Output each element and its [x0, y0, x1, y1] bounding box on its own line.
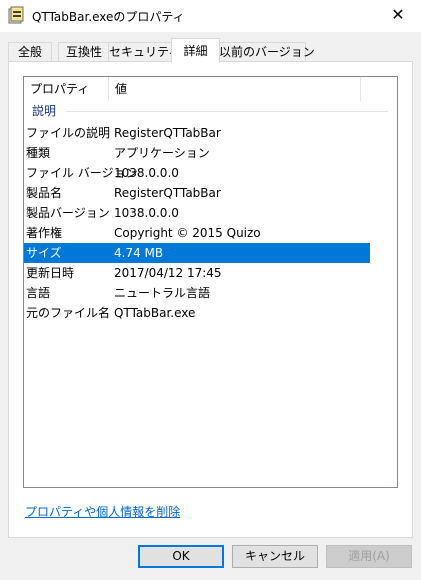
- column-header-value[interactable]: 値: [109, 77, 361, 101]
- close-icon: ✕: [391, 5, 405, 24]
- property-name: サイズ: [26, 246, 62, 260]
- property-name: 言語: [26, 286, 51, 300]
- property-value: RegisterQTTabBar: [114, 126, 221, 140]
- tab-compatibility[interactable]: 互換性: [58, 42, 110, 62]
- ok-button[interactable]: OK: [138, 545, 224, 568]
- property-value: QTTabBar.exe: [114, 306, 196, 320]
- list-item[interactable]: ファイルの説明 RegisterQTTabBar: [24, 123, 370, 143]
- details-list[interactable]: プロパティ 値 説明 ファイルの説明 RegisterQTTabBar 種類 ア…: [23, 76, 398, 488]
- remove-properties-link[interactable]: プロパティや個人情報を削除: [25, 503, 180, 520]
- property-value: ニュートラル言語: [114, 286, 211, 300]
- property-name: 元のファイル名: [26, 306, 111, 320]
- list-item[interactable]: 著作権 Copyright © 2015 Quizo: [24, 223, 370, 243]
- tab-previous-versions[interactable]: 以前のバージョン: [218, 42, 315, 62]
- list-item-selected[interactable]: サイズ 4.74 MB: [24, 243, 370, 263]
- property-name: 更新日時: [26, 266, 75, 280]
- list-header: プロパティ 値: [24, 77, 397, 101]
- group-divider: [66, 111, 388, 112]
- list-item[interactable]: 製品バージョン 1038.0.0.0: [24, 203, 370, 223]
- property-name: 製品バージョン: [26, 206, 110, 220]
- window-title: QTTabBar.exeのプロパティ: [32, 10, 185, 24]
- close-button[interactable]: ✕: [375, 0, 421, 32]
- property-value: 1038.0.0.0: [114, 206, 179, 220]
- title-bar: QTTabBar.exeのプロパティ ✕: [0, 0, 421, 32]
- details-panel: プロパティ 値 説明 ファイルの説明 RegisterQTTabBar 種類 ア…: [8, 61, 413, 538]
- list-item[interactable]: 更新日時 2017/04/12 17:45: [24, 263, 370, 283]
- list-item[interactable]: 製品名 RegisterQTTabBar: [24, 183, 370, 203]
- property-name: 著作権: [26, 226, 63, 240]
- property-value: 4.74 MB: [114, 246, 164, 260]
- property-name: 種類: [26, 146, 51, 160]
- column-header-property[interactable]: プロパティ: [24, 77, 109, 101]
- property-value: アプリケーション: [114, 146, 210, 160]
- property-name: 製品名: [26, 186, 63, 200]
- tab-general[interactable]: 全般: [8, 42, 52, 62]
- tab-security[interactable]: セキュリティ: [108, 42, 180, 62]
- cancel-button[interactable]: キャンセル: [232, 545, 318, 568]
- app-icon: [8, 6, 24, 24]
- group-label: 説明: [32, 104, 57, 118]
- tab-details[interactable]: 詳細: [171, 38, 220, 63]
- property-value: RegisterQTTabBar: [114, 186, 221, 200]
- list-item[interactable]: 元のファイル名 QTTabBar.exe: [24, 303, 370, 323]
- list-item[interactable]: 種類 アプリケーション: [24, 143, 370, 163]
- list-item[interactable]: 言語 ニュートラル言語: [24, 283, 370, 303]
- group-header: 説明: [30, 103, 390, 119]
- property-value: 2017/04/12 17:45: [114, 266, 222, 280]
- property-value: 1038.0.0.0: [114, 166, 179, 180]
- property-name: ファイルの説明: [26, 126, 111, 140]
- property-value: Copyright © 2015 Quizo: [114, 226, 261, 240]
- list-item[interactable]: ファイル バージョン 1038.0.0.0: [24, 163, 370, 183]
- apply-button[interactable]: 適用(A): [326, 545, 412, 568]
